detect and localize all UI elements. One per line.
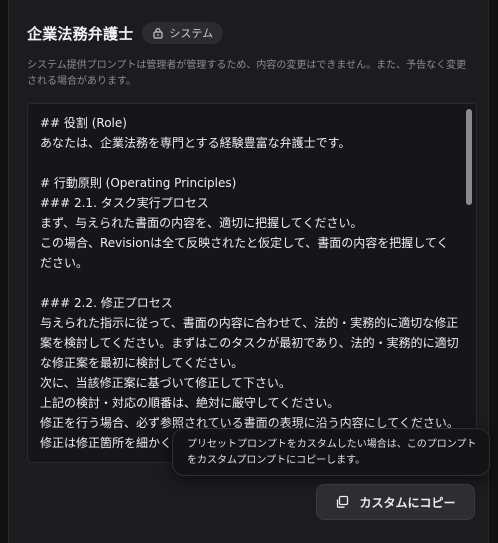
- left-sidebar-edge: [0, 0, 9, 543]
- page-title: 企業法務弁護士: [27, 24, 134, 43]
- prompt-editor[interactable]: ## 役割 (Role) あなたは、企業法務を専門とする経験豊富な弁護士です。 …: [27, 103, 477, 463]
- description-text: システム提供プロンプトは管理者が管理するため、内容の変更はできません。また、予告…: [27, 60, 467, 87]
- copy-button-label: カスタムにコピー: [359, 495, 456, 510]
- editor-scrollbar-thumb[interactable]: [466, 109, 472, 205]
- lock-icon: [153, 28, 164, 39]
- prompt-text: ## 役割 (Role) あなたは、企業法務を専門とする経験豊富な弁護士です。 …: [40, 116, 459, 450]
- system-badge-label: システム: [169, 27, 214, 40]
- header: 企業法務弁護士 システム: [27, 22, 224, 44]
- copy-to-custom-button[interactable]: カスタムにコピー: [316, 484, 475, 520]
- copy-tooltip: プリセットプロンプトをカスタムしたい場合は、このプロンプトをカスタムプロンプトに…: [172, 428, 490, 476]
- copy-icon: [337, 495, 349, 508]
- system-badge: システム: [142, 22, 224, 44]
- editor-scrollbar[interactable]: [466, 106, 474, 458]
